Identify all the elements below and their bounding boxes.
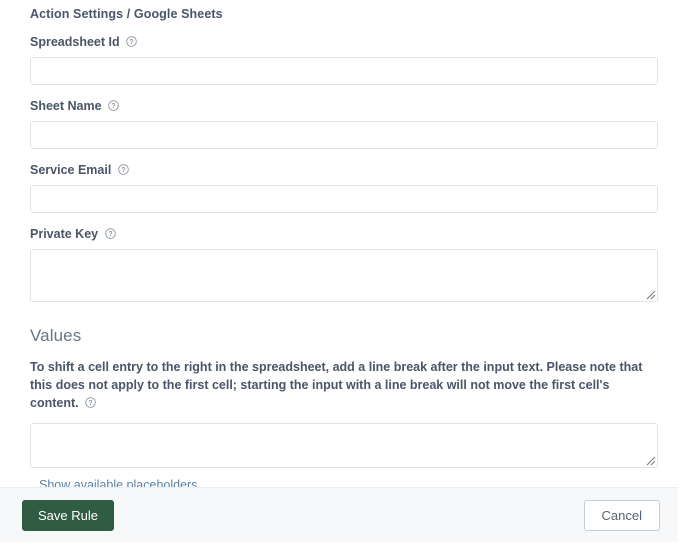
save-rule-button[interactable]: Save Rule — [22, 499, 114, 531]
field-group-service-email: Service Email ? — [30, 163, 658, 213]
label-private-key: Private Key ? — [30, 227, 658, 242]
cancel-button[interactable]: Cancel — [583, 499, 660, 531]
label-service-email: Service Email ? — [30, 163, 658, 178]
values-section-title: Values — [30, 326, 82, 345]
help-circle-icon[interactable]: ? — [126, 36, 137, 47]
label-sheet-name: Sheet Name ? — [30, 99, 658, 114]
action-settings-panel: Action Settings / Google Sheets Spreadsh… — [0, 0, 688, 544]
svg-text:?: ? — [88, 400, 92, 407]
help-circle-icon[interactable]: ? — [104, 228, 116, 239]
help-circle-icon[interactable]: ? — [108, 100, 119, 111]
values-textarea[interactable] — [30, 423, 658, 468]
spreadsheet-id-input[interactable] — [30, 57, 658, 85]
label-text: Service Email — [30, 163, 112, 177]
svg-text:?: ? — [111, 103, 115, 110]
field-group-spreadsheet-id: Spreadsheet Id ? — [30, 35, 658, 85]
label-spreadsheet-id: Spreadsheet Id ? — [30, 35, 658, 50]
field-group-private-key: Private Key ? — [30, 227, 658, 302]
svg-text:?: ? — [121, 167, 125, 174]
sheet-name-input[interactable] — [30, 121, 658, 149]
private-key-textarea-wrap — [30, 249, 658, 302]
svg-text:?: ? — [129, 39, 133, 46]
values-description-text: To shift a cell entry to the right in th… — [30, 360, 643, 410]
service-email-input[interactable] — [30, 185, 658, 213]
private-key-textarea[interactable] — [30, 249, 658, 302]
field-group-sheet-name: Sheet Name ? — [30, 99, 658, 149]
help-circle-icon[interactable]: ? — [118, 164, 129, 175]
breadcrumb: Action Settings / Google Sheets — [30, 7, 223, 21]
footer-action-bar: Save Rule Cancel — [0, 487, 678, 542]
label-text: Sheet Name — [30, 99, 102, 113]
label-text: Spreadsheet Id — [30, 35, 120, 49]
form-area: Action Settings / Google Sheets Spreadsh… — [0, 0, 688, 493]
label-text: Private Key — [30, 227, 99, 241]
svg-text:?: ? — [108, 231, 112, 238]
values-textarea-wrap — [30, 423, 658, 468]
values-section-description: To shift a cell entry to the right in th… — [30, 358, 658, 412]
help-circle-icon[interactable]: ? — [85, 397, 96, 408]
